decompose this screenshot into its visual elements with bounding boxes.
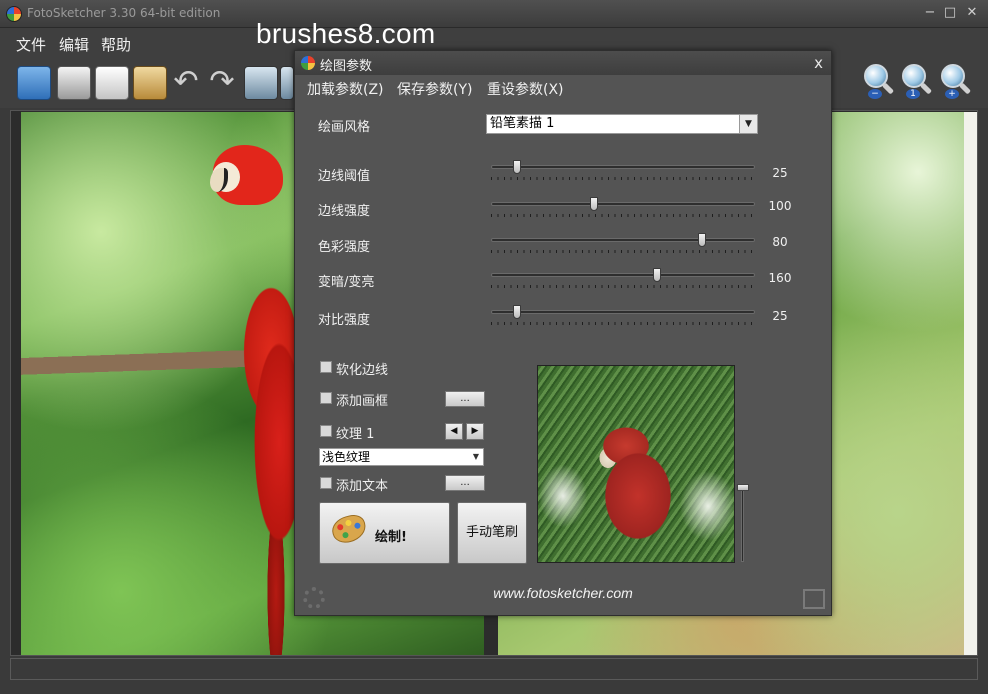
frame-options-button[interactable]: ... (445, 391, 485, 407)
status-bar (10, 658, 978, 680)
style-label: 绘画风格 (318, 120, 371, 135)
slider-label-contrast: 对比强度 (318, 313, 371, 328)
texture-dropdown[interactable]: 浅色纹理 ▼ (319, 448, 484, 466)
dialog-title-bar[interactable]: 绘图参数 x (295, 51, 831, 75)
slider-ticks (491, 285, 755, 288)
zoom-in-icon[interactable]: + (939, 64, 972, 100)
add-text-label: 添加文本 (336, 479, 389, 494)
slider-ticks (491, 250, 755, 253)
paste-icon[interactable] (133, 66, 167, 100)
slider-label-edge-threshold: 边线阈值 (318, 169, 371, 184)
slider-ticks (491, 177, 755, 180)
slider-ticks (491, 322, 755, 325)
draw-button[interactable]: 绘制! (319, 502, 450, 564)
soften-edges-label: 软化边线 (336, 363, 389, 378)
soften-edges-checkbox[interactable] (320, 361, 332, 373)
zoom-out-icon[interactable]: − (862, 64, 895, 100)
chevron-down-icon[interactable]: ▼ (739, 115, 757, 133)
preview-zoom-slider[interactable] (741, 488, 744, 562)
save-icon[interactable] (57, 66, 91, 100)
slider-track-color-intensity[interactable] (491, 238, 755, 242)
slider-label-edge-intensity: 边线强度 (318, 204, 371, 219)
chevron-down-icon[interactable]: ▼ (473, 449, 479, 465)
app-logo-icon (6, 6, 22, 22)
dialog-close-button[interactable]: x (814, 54, 823, 72)
slider-label-color-intensity: 色彩强度 (318, 240, 371, 255)
slider-value-contrast: 25 (772, 309, 788, 323)
dialog-logo-icon (301, 56, 315, 70)
slider-track-edge-intensity[interactable] (491, 202, 755, 206)
texture-prev-button[interactable]: ◀ (445, 423, 463, 440)
texture-label: 纹理 1 (336, 427, 375, 442)
redo-icon[interactable]: ↷ (205, 66, 239, 100)
slider-value-darken-lighten: 160 (768, 271, 792, 285)
resize-icon[interactable] (803, 589, 825, 609)
drawing-parameters-dialog: 绘图参数 x 加载参数(Z) 保存参数(Y) 重设参数(X) 绘画风格 铅笔素描… (294, 50, 832, 616)
paper-margin (964, 112, 977, 655)
slider-ticks (491, 214, 755, 217)
title-bar: FotoSketcher 3.30 64-bit edition − □ ✕ (0, 0, 988, 28)
texture-checkbox[interactable] (320, 425, 332, 437)
copy-icon[interactable] (95, 66, 129, 100)
zoom-fit-icon[interactable]: 1 (900, 64, 933, 100)
slider-label-darken-lighten: 变暗/变亮 (318, 275, 375, 290)
watermark-text: brushes8.com (256, 18, 436, 49)
slider-track-edge-threshold[interactable] (491, 165, 755, 169)
slider-thumb-darken-lighten[interactable] (653, 268, 662, 282)
dialog-title: 绘图参数 (320, 59, 373, 74)
menu-help[interactable]: 帮助 (101, 34, 131, 55)
slider-thumb-edge-threshold[interactable] (513, 160, 522, 174)
preview-zoom-thumb[interactable] (737, 484, 749, 491)
add-frame-label: 添加画框 (336, 394, 389, 409)
text-options-button[interactable]: ... (445, 475, 485, 491)
slider-value-edge-threshold: 25 (772, 166, 788, 180)
minimize-button[interactable]: − (920, 4, 940, 22)
texture-dropdown-value: 浅色纹理 (322, 450, 371, 464)
draw-button-label: 绘制! (375, 530, 407, 545)
menu-save-params[interactable]: 保存参数(Y) (397, 79, 472, 99)
preview-thumbnail[interactable] (537, 365, 735, 563)
manual-brush-button[interactable]: 手动笔刷 (457, 502, 527, 564)
menu-load-params[interactable]: 加载参数(Z) (307, 79, 384, 99)
app-title: FotoSketcher 3.30 64-bit edition (27, 6, 221, 20)
slider-track-contrast[interactable] (491, 310, 755, 314)
undo-icon[interactable]: ↶ (169, 66, 203, 100)
display-icon[interactable] (280, 66, 294, 100)
close-button[interactable]: ✕ (962, 4, 982, 22)
menu-reset-params[interactable]: 重设参数(X) (487, 79, 564, 99)
style-dropdown[interactable]: 铅笔素描 1 ▼ (486, 114, 758, 134)
add-frame-checkbox[interactable] (320, 392, 332, 404)
maximize-button[interactable]: □ (940, 4, 960, 22)
menu-file[interactable]: 文件 (16, 34, 46, 55)
slider-thumb-contrast[interactable] (513, 305, 522, 319)
palette-icon (329, 512, 369, 546)
slider-value-color-intensity: 80 (772, 235, 788, 249)
slider-track-darken-lighten[interactable] (491, 273, 755, 277)
add-text-checkbox[interactable] (320, 477, 332, 489)
filmstrip-icon[interactable] (244, 66, 278, 100)
texture-next-button[interactable]: ▶ (466, 423, 484, 440)
slider-value-edge-intensity: 100 (768, 199, 792, 213)
open-image-icon[interactable] (17, 66, 51, 100)
slider-thumb-edge-intensity[interactable] (589, 197, 598, 211)
slider-thumb-color-intensity[interactable] (698, 233, 707, 247)
website-link[interactable]: www.fotosketcher.com (295, 585, 831, 601)
menu-edit[interactable]: 编辑 (59, 34, 89, 55)
style-dropdown-value: 铅笔素描 1 (490, 116, 555, 131)
